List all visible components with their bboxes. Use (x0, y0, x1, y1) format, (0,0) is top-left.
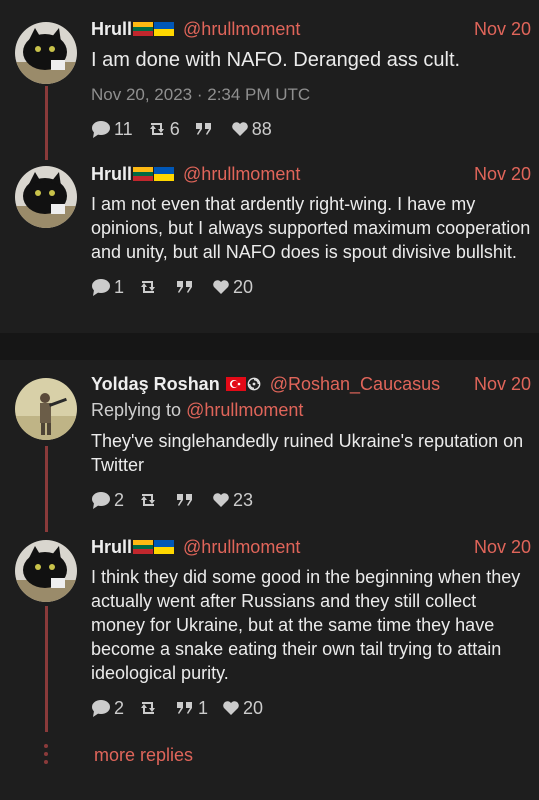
reply-button[interactable]: 2 (91, 490, 124, 511)
tweet-text: I am done with NAFO. Deranged ass cult. (91, 49, 461, 71)
retweet-button[interactable] (138, 279, 161, 295)
ukraine-flag-icon (154, 167, 175, 181)
tweet[interactable]: Hrull @hrullmoment Nov 20 I am done with… (91, 16, 531, 142)
tweet-header: Hrull @hrullmoment Nov 20 (91, 16, 531, 42)
reply-count: 2 (114, 697, 125, 718)
cat-avatar-icon (15, 540, 77, 602)
tweet-text: I am not even that ardently right-wing. … (91, 194, 531, 262)
user-handle[interactable]: @hrullmoment (183, 537, 300, 557)
like-count: 20 (243, 697, 264, 718)
display-name[interactable]: Yoldaş Roshan (91, 374, 220, 394)
like-count: 20 (233, 276, 254, 297)
avatar[interactable] (15, 166, 77, 228)
reply-count: 2 (114, 489, 125, 510)
quote-icon (177, 702, 193, 714)
retweet-button[interactable] (138, 492, 161, 508)
comment-icon (92, 279, 110, 296)
tweet-header: Yoldaş Roshan @Roshan_Caucasus Nov 20 (91, 371, 531, 397)
more-replies-dots (44, 744, 48, 768)
tweet-stats: 1 20 (91, 274, 531, 300)
tweet-text: I think they did some good in the beginn… (91, 567, 521, 683)
tweet-text: They've singlehandedly ruined Ukraine's … (91, 431, 524, 475)
like-count: 23 (233, 489, 254, 510)
tweet-header: Hrull @hrullmoment Nov 20 (91, 161, 531, 187)
ukraine-flag-icon (154, 22, 175, 36)
dot (44, 752, 48, 756)
user-handle[interactable]: @hrullmoment (183, 164, 300, 184)
reply-count: 11 (114, 118, 133, 139)
like-count: 88 (251, 118, 272, 139)
lithuania-flag-icon (133, 22, 154, 36)
replying-to-handle[interactable]: @hrullmoment (186, 400, 303, 420)
cat-avatar-icon (15, 22, 77, 84)
like-button[interactable]: 20 (212, 277, 253, 298)
tweet-date[interactable]: Nov 20 (474, 371, 531, 397)
avatar[interactable] (15, 378, 77, 440)
heart-icon (223, 701, 239, 715)
tweet-stats: 2 1 20 (91, 695, 531, 721)
ukraine-flag-icon (154, 540, 175, 554)
lithuania-flag-icon (133, 540, 154, 554)
like-button[interactable]: 20 (222, 698, 263, 719)
retweet-icon (149, 123, 164, 135)
avatar[interactable] (15, 22, 77, 84)
retweet-icon (141, 281, 156, 293)
reply-button[interactable]: 1 (91, 277, 124, 298)
quote-button[interactable] (194, 121, 217, 137)
tweet[interactable]: Hrull @hrullmoment Nov 20 I think they d… (91, 534, 531, 721)
spiral-symbol-icon (247, 377, 261, 391)
lithuania-flag-icon (133, 167, 154, 181)
quote-icon (195, 123, 211, 135)
tweet-date[interactable]: Nov 20 (474, 534, 531, 560)
dot (44, 760, 48, 764)
reply-button[interactable]: 2 (91, 698, 124, 719)
heart-icon (231, 122, 248, 136)
cat-avatar-icon (15, 166, 77, 228)
tweet-full-date[interactable]: Nov 20, 2023 · 2:34 PM UTC (91, 82, 531, 108)
retweet-icon (141, 702, 156, 714)
more-replies-link[interactable]: more replies (94, 745, 193, 766)
thread-line (45, 86, 48, 160)
quote-icon (177, 281, 193, 293)
replying-to: Replying to @hrullmoment (91, 397, 531, 423)
thread-card-1: Hrull @hrullmoment Nov 20 I am done with… (0, 0, 539, 333)
avatar[interactable] (15, 540, 77, 602)
retweet-button[interactable]: 6 (147, 119, 180, 140)
quote-icon (177, 494, 193, 506)
quote-button[interactable] (175, 279, 198, 295)
reply-button[interactable]: 11 (91, 119, 133, 140)
tweet-date[interactable]: Nov 20 (474, 161, 531, 187)
tweet-header: Hrull @hrullmoment Nov 20 (91, 534, 531, 560)
display-name[interactable]: Hrull (91, 164, 132, 184)
display-name[interactable]: Hrull (91, 19, 132, 39)
user-handle[interactable]: @Roshan_Caucasus (270, 374, 440, 394)
replying-to-label: Replying to (91, 400, 182, 420)
tweet-date[interactable]: Nov 20 (474, 16, 531, 42)
display-name[interactable]: Hrull (91, 537, 132, 557)
reply-count: 1 (114, 276, 125, 297)
comment-icon (92, 492, 110, 509)
quote-count: 1 (198, 697, 209, 718)
heart-icon (213, 280, 229, 294)
dot (44, 744, 48, 748)
quote-button[interactable]: 1 (175, 698, 208, 719)
retweet-button[interactable] (138, 700, 161, 716)
thread-line (45, 446, 48, 532)
tweet-stats: 2 23 (91, 487, 531, 513)
soldier-avatar-icon (15, 378, 77, 440)
tweet-stats: 11 6 88 (91, 116, 531, 142)
tweet[interactable]: Hrull @hrullmoment Nov 20 I am not even … (91, 161, 531, 300)
heart-icon (213, 493, 229, 507)
like-button[interactable]: 23 (212, 490, 253, 511)
retweet-count: 6 (169, 118, 180, 139)
thread-line (45, 606, 48, 732)
comment-icon (92, 121, 110, 138)
user-handle[interactable]: @hrullmoment (183, 19, 300, 39)
retweet-icon (141, 494, 156, 506)
tweet[interactable]: Yoldaş Roshan @Roshan_Caucasus Nov 20 Re… (91, 371, 531, 513)
turkey-flag-icon (225, 377, 246, 391)
quote-button[interactable] (175, 492, 198, 508)
like-button[interactable]: 88 (231, 119, 272, 140)
comment-icon (92, 700, 110, 717)
